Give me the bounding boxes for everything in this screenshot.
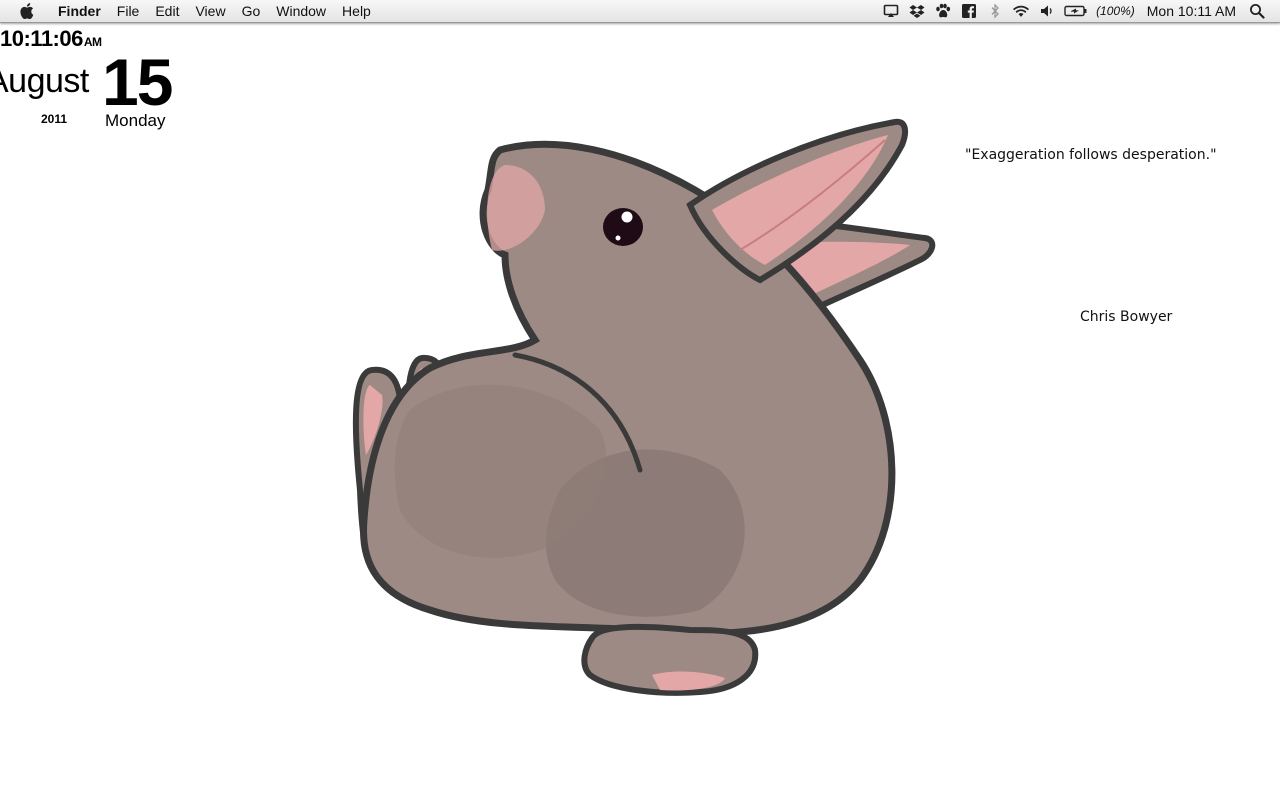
menu-help[interactable]: Help — [334, 0, 379, 22]
menu-go[interactable]: Go — [234, 0, 269, 22]
apple-menu-icon[interactable] — [18, 2, 36, 20]
widget-day: 15 — [102, 45, 173, 119]
dropbox-icon[interactable] — [908, 2, 926, 20]
bluetooth-icon[interactable] — [986, 2, 1004, 20]
menu-edit[interactable]: Edit — [147, 0, 187, 22]
battery-percent-label[interactable]: (100%) — [1096, 0, 1135, 22]
bunny-eye-highlight-small — [615, 235, 621, 241]
widget-ampm: AM — [83, 35, 102, 49]
wallpaper-author: Chris Bowyer — [1080, 309, 1173, 325]
bunny-eye-highlight-large — [621, 211, 633, 223]
paw-icon[interactable] — [934, 2, 952, 20]
menu-finder[interactable]: Finder — [50, 0, 109, 22]
menu-window[interactable]: Window — [268, 0, 334, 22]
widget-weekday: Monday — [105, 111, 166, 130]
desktop-clock-widget: 10:11:06AM August 15 2011 Monday — [0, 24, 190, 144]
menu-view[interactable]: View — [187, 0, 233, 22]
widget-year: 2011 — [41, 112, 68, 126]
menu-file[interactable]: File — [109, 0, 148, 22]
menu-bar-extras: (100%) Mon 10:11 AM — [878, 0, 1270, 22]
wallpaper-quote: "Exaggeration follows desperation." — [965, 147, 1217, 163]
spotlight-search-icon[interactable] — [1248, 2, 1266, 20]
widget-month: August — [0, 62, 89, 100]
battery-icon[interactable] — [1064, 2, 1088, 20]
volume-icon[interactable] — [1038, 2, 1056, 20]
bunny-illustration — [352, 118, 936, 696]
menu-bar-left: Finder File Edit View Go Window Help — [0, 0, 379, 22]
widget-time: 10:11:06AM — [0, 26, 102, 52]
wifi-icon[interactable] — [1012, 2, 1030, 20]
airplay-icon[interactable] — [882, 2, 900, 20]
facebook-icon[interactable] — [960, 2, 978, 20]
menu-bar: Finder File Edit View Go Window Help (10… — [0, 0, 1280, 23]
widget-time-value: 10:11:06 — [0, 26, 83, 51]
menubar-clock[interactable]: Mon 10:11 AM — [1147, 0, 1236, 22]
